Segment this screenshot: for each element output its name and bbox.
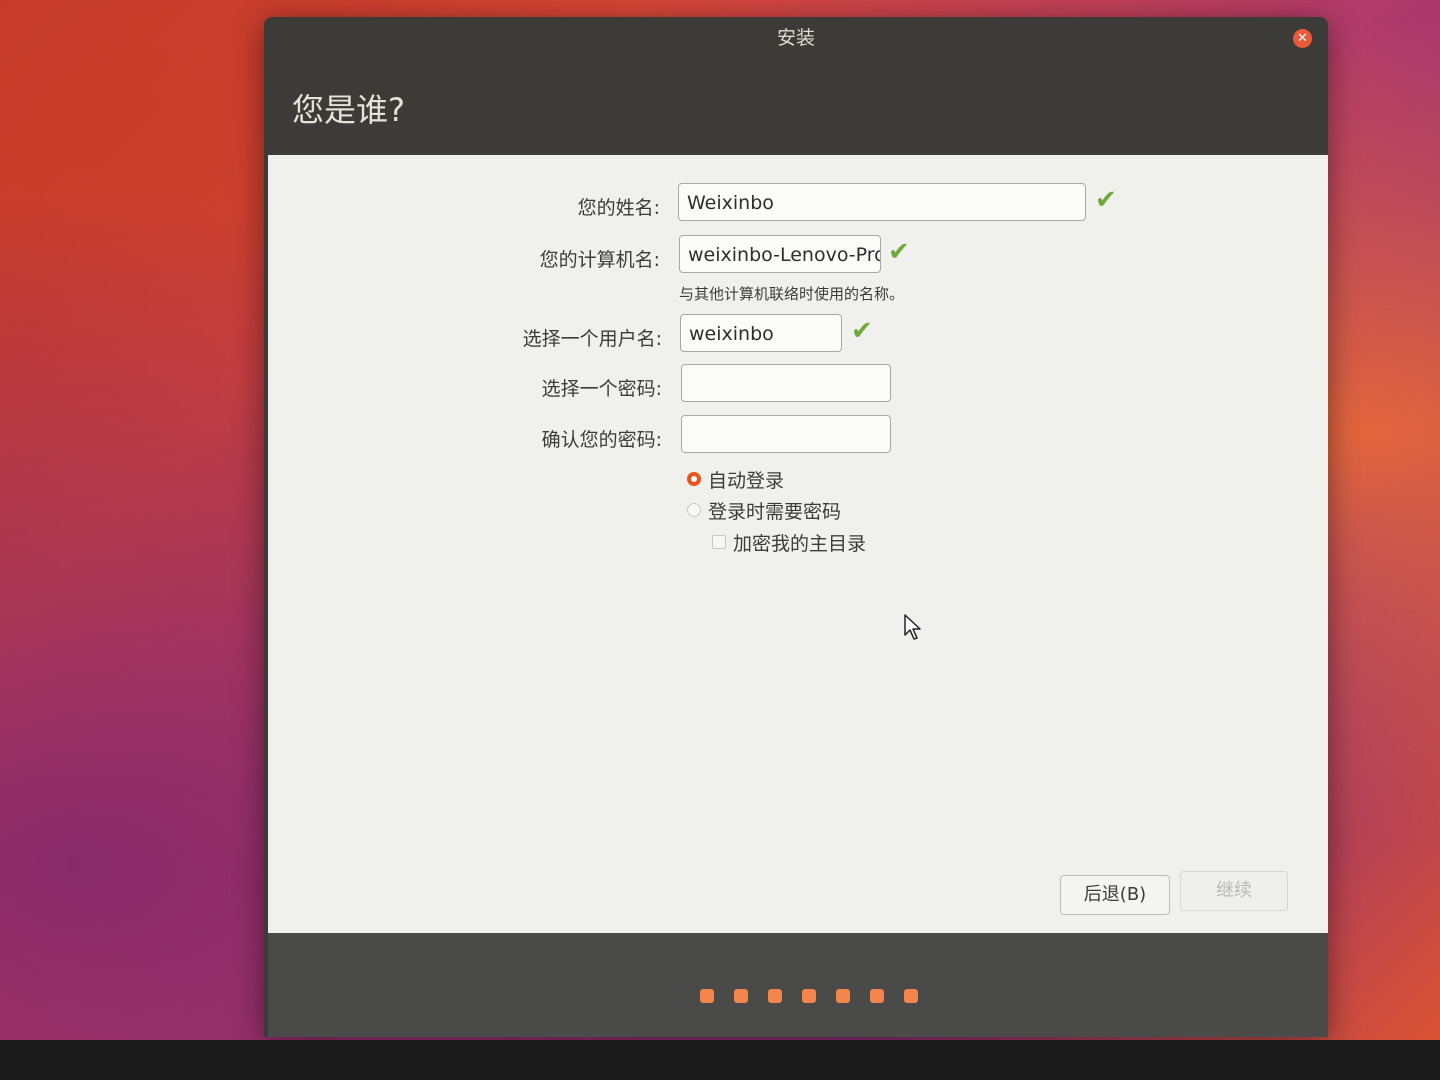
- auto-login-label[interactable]: 自动登录: [708, 466, 784, 493]
- back-button[interactable]: 后退(B): [1060, 875, 1170, 915]
- progress-dots: [700, 989, 918, 1003]
- password-label: 选择一个密码:: [541, 378, 662, 400]
- mouse-pointer-icon: [904, 614, 921, 640]
- window-title: 安装: [776, 27, 815, 49]
- progress-dot: [802, 989, 816, 1003]
- screen-bezel: [0, 1040, 1440, 1080]
- progress-dot: [904, 989, 918, 1003]
- progress-dot: [768, 989, 782, 1003]
- form-panel: 您的姓名: Weixinbo ✔ 您的计算机名: weixinbo-Lenovo…: [268, 155, 1328, 933]
- encrypt-home-label[interactable]: 加密我的主目录: [733, 529, 866, 556]
- name-label: 您的姓名:: [577, 197, 660, 219]
- confirm-password-label: 确认您的密码:: [541, 429, 662, 451]
- progress-dot: [870, 989, 884, 1003]
- installer-window: 安装 ✕ 您是谁? 您的姓名: Weixinbo ✔ 您的计算机名: weixi…: [264, 17, 1328, 1037]
- computer-name-valid-check-icon: ✔: [888, 237, 910, 267]
- close-icon[interactable]: ✕: [1293, 29, 1312, 48]
- username-field[interactable]: weixinbo: [680, 314, 842, 352]
- password-field[interactable]: [681, 364, 891, 402]
- continue-button[interactable]: 继续: [1180, 871, 1288, 911]
- progress-dot: [734, 989, 748, 1003]
- name-valid-check-icon: ✔: [1095, 185, 1117, 215]
- username-label: 选择一个用户名:: [522, 328, 662, 350]
- page-title: 您是谁?: [292, 91, 405, 129]
- computer-name-label: 您的计算机名:: [539, 249, 660, 271]
- computer-name-field[interactable]: weixinbo-Lenovo-Prod: [679, 235, 881, 273]
- require-password-label[interactable]: 登录时需要密码: [708, 497, 841, 524]
- username-valid-check-icon: ✔: [851, 316, 873, 346]
- progress-dot: [700, 989, 714, 1003]
- confirm-password-field[interactable]: [681, 415, 891, 453]
- progress-footer: [268, 933, 1328, 1037]
- auto-login-radio[interactable]: [687, 472, 701, 486]
- encrypt-home-checkbox[interactable]: [712, 535, 726, 549]
- progress-dot: [836, 989, 850, 1003]
- name-field[interactable]: Weixinbo: [678, 183, 1086, 221]
- require-password-radio[interactable]: [687, 503, 701, 517]
- computer-name-hint: 与其他计算机联络时使用的名称。: [679, 285, 905, 303]
